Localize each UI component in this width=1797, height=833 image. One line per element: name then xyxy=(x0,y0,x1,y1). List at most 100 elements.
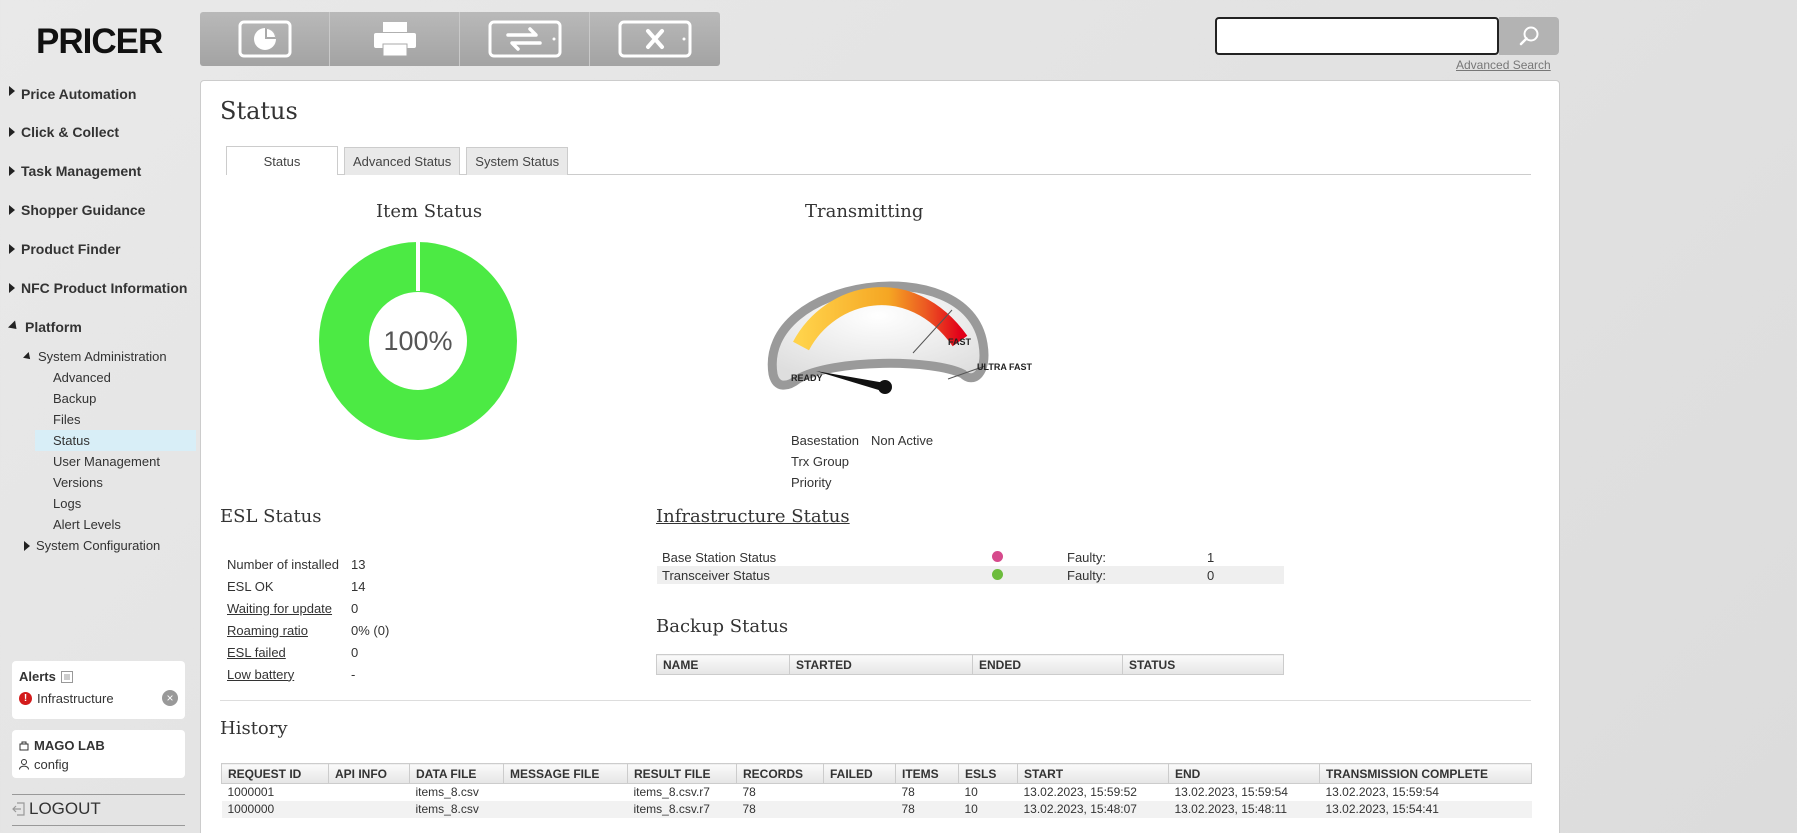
trx-group-label: Trx Group xyxy=(791,454,850,469)
column-header[interactable]: ENDED xyxy=(972,654,1123,675)
nav-advanced[interactable]: Advanced xyxy=(0,367,196,388)
table-cell xyxy=(824,801,896,818)
column-header[interactable]: ITEMS xyxy=(895,763,959,784)
gauge-pivot xyxy=(878,380,892,394)
nav-system-administration[interactable]: System Administration xyxy=(0,346,196,367)
nav-status[interactable]: Status xyxy=(35,430,196,451)
table-cell: 78 xyxy=(901,802,915,816)
table-cell: items_8.csv xyxy=(415,802,479,816)
table-cell: items_8.csv.r7 xyxy=(633,785,710,800)
alerts-title: Alerts xyxy=(19,669,56,684)
esl-row: Waiting for update 0 xyxy=(227,597,389,619)
esl-row: Low battery - xyxy=(227,663,389,685)
history-table: REQUEST ID API INFO DATA FILE MESSAGE FILE R… xyxy=(221,763,1532,818)
expand-arrow-icon xyxy=(9,165,15,176)
column-header[interactable]: FAILED xyxy=(823,763,896,784)
expand-arrow-icon xyxy=(9,204,15,215)
pricer-logo: PRICER xyxy=(36,22,163,61)
error-icon: ! xyxy=(19,691,32,705)
nav-backup[interactable]: Backup xyxy=(0,388,196,409)
pie-chart-icon xyxy=(238,20,291,58)
waiting-for-update-link[interactable]: Waiting for update xyxy=(227,597,351,619)
tab-advanced-status[interactable]: Advanced Status xyxy=(344,147,461,175)
nav-alert-levels[interactable]: Alert Levels xyxy=(0,514,196,535)
nav-nfc-product-information[interactable]: NFC Product Information xyxy=(0,268,196,307)
column-header[interactable]: API INFO xyxy=(328,763,410,784)
dismiss-alert-icon[interactable]: × xyxy=(162,690,178,706)
table-cell: 13.02.2023, 15:48:11 xyxy=(1174,802,1288,816)
dashboard-button[interactable] xyxy=(200,12,330,66)
basestation-label: Basestation xyxy=(791,433,859,448)
backup-table: NAME STARTED ENDED STATUS xyxy=(656,654,1284,675)
nav-price-automation[interactable]: Price Automation xyxy=(0,86,196,112)
esl-row: Roaming ratio 0% (0) xyxy=(227,619,389,641)
table-cell: 1000001 xyxy=(227,785,275,800)
nav-versions[interactable]: Versions xyxy=(0,472,196,493)
logout-button[interactable]: LOGOUT xyxy=(12,794,185,826)
column-header[interactable]: MESSAGE FILE xyxy=(503,763,628,784)
table-cell: items_8.csv.r7 xyxy=(633,802,710,816)
advanced-search-link[interactable]: Advanced Search xyxy=(1456,58,1551,72)
table-cell: 1000000 xyxy=(227,802,275,816)
table-cell xyxy=(329,784,410,801)
printer-icon xyxy=(373,22,416,57)
low-battery-link[interactable]: Low battery xyxy=(227,663,351,685)
table-row[interactable]: 1000001 items_8.csv items_8.csv.r7 78 78 10 13… xyxy=(222,784,1532,801)
expand-arrow-icon xyxy=(24,540,30,551)
expand-arrow-icon xyxy=(9,86,15,96)
table-cell: 78 xyxy=(742,802,756,816)
table-cell: 78 xyxy=(742,785,756,800)
status-dot xyxy=(992,550,1003,562)
column-header[interactable]: END xyxy=(1168,763,1320,784)
search-button[interactable] xyxy=(1499,17,1559,55)
column-header[interactable]: REQUEST ID xyxy=(221,763,329,784)
ultra-fast-label: ULTRA FAST xyxy=(977,362,1032,372)
logout-icon xyxy=(12,802,25,816)
tab-status[interactable]: Status xyxy=(226,146,338,175)
esl-failed-link[interactable]: ESL failed xyxy=(227,641,351,663)
nav-platform[interactable]: Platform xyxy=(0,307,196,346)
column-header[interactable]: START xyxy=(1017,763,1169,784)
table-row: Base Station Status Faulty: 1 xyxy=(662,549,1215,565)
table-row[interactable]: 1000000 items_8.csv items_8.csv.r7 78 78 10 13… xyxy=(221,800,1532,818)
transmitting-gauge: FAST ULTRA FAST READY xyxy=(735,241,1055,404)
column-header[interactable]: NAME xyxy=(656,654,790,675)
column-header[interactable]: RECORDS xyxy=(736,763,824,784)
alert-label: Infrastructure xyxy=(37,690,114,706)
page-title: Status xyxy=(220,97,298,125)
nav-logs[interactable]: Logs xyxy=(0,493,196,514)
column-header[interactable]: STARTED xyxy=(789,654,973,675)
sidebar: Price Automation Click & Collect Task Ma… xyxy=(0,86,196,556)
nav-user-management[interactable]: User Management xyxy=(0,451,196,472)
search-icon xyxy=(1519,26,1539,46)
ready-label: READY xyxy=(791,373,823,383)
table-row: Transceiver Status Faulty: 0 xyxy=(657,566,1284,584)
priority-label: Priority xyxy=(791,475,832,490)
column-header[interactable]: TRANSMISSION COMPLETE xyxy=(1319,763,1532,784)
link-esl-button[interactable] xyxy=(460,12,590,66)
nav-shopper-guidance[interactable]: Shopper Guidance xyxy=(0,190,196,229)
x-icon xyxy=(618,20,692,58)
alerts-panel: Alerts ! Infrastructure × xyxy=(12,661,185,719)
list-icon[interactable] xyxy=(60,670,73,683)
nav-click-collect[interactable]: Click & Collect xyxy=(0,112,196,151)
table-cell: 13.02.2023, 15:59:54 xyxy=(1325,785,1439,800)
alert-item[interactable]: ! Infrastructure × xyxy=(19,690,178,706)
column-header[interactable]: DATA FILE xyxy=(409,763,504,784)
fast-label: FAST xyxy=(948,337,972,347)
column-header[interactable]: RESULT FILE xyxy=(627,763,737,784)
column-header[interactable]: STATUS xyxy=(1122,654,1284,675)
esl-status-table: Number of installed 13 ESL OK 14 Waiting f… xyxy=(227,553,389,685)
tab-system-status[interactable]: System Status xyxy=(466,147,569,175)
infrastructure-status-link[interactable]: Infrastructure Status xyxy=(656,506,850,527)
print-button[interactable] xyxy=(330,12,460,66)
infrastructure-table: Base Station Status Faulty: 1 Transceive… xyxy=(657,548,1284,584)
roaming-ratio-link[interactable]: Roaming ratio xyxy=(227,619,351,641)
nav-files[interactable]: Files xyxy=(0,409,196,430)
search-input[interactable] xyxy=(1215,17,1499,55)
nav-system-configuration[interactable]: System Configuration xyxy=(0,535,196,556)
unlink-esl-button[interactable] xyxy=(590,12,720,66)
nav-product-finder[interactable]: Product Finder xyxy=(0,229,196,268)
nav-task-management[interactable]: Task Management xyxy=(0,151,196,190)
column-header[interactable]: ESLS xyxy=(958,763,1018,784)
